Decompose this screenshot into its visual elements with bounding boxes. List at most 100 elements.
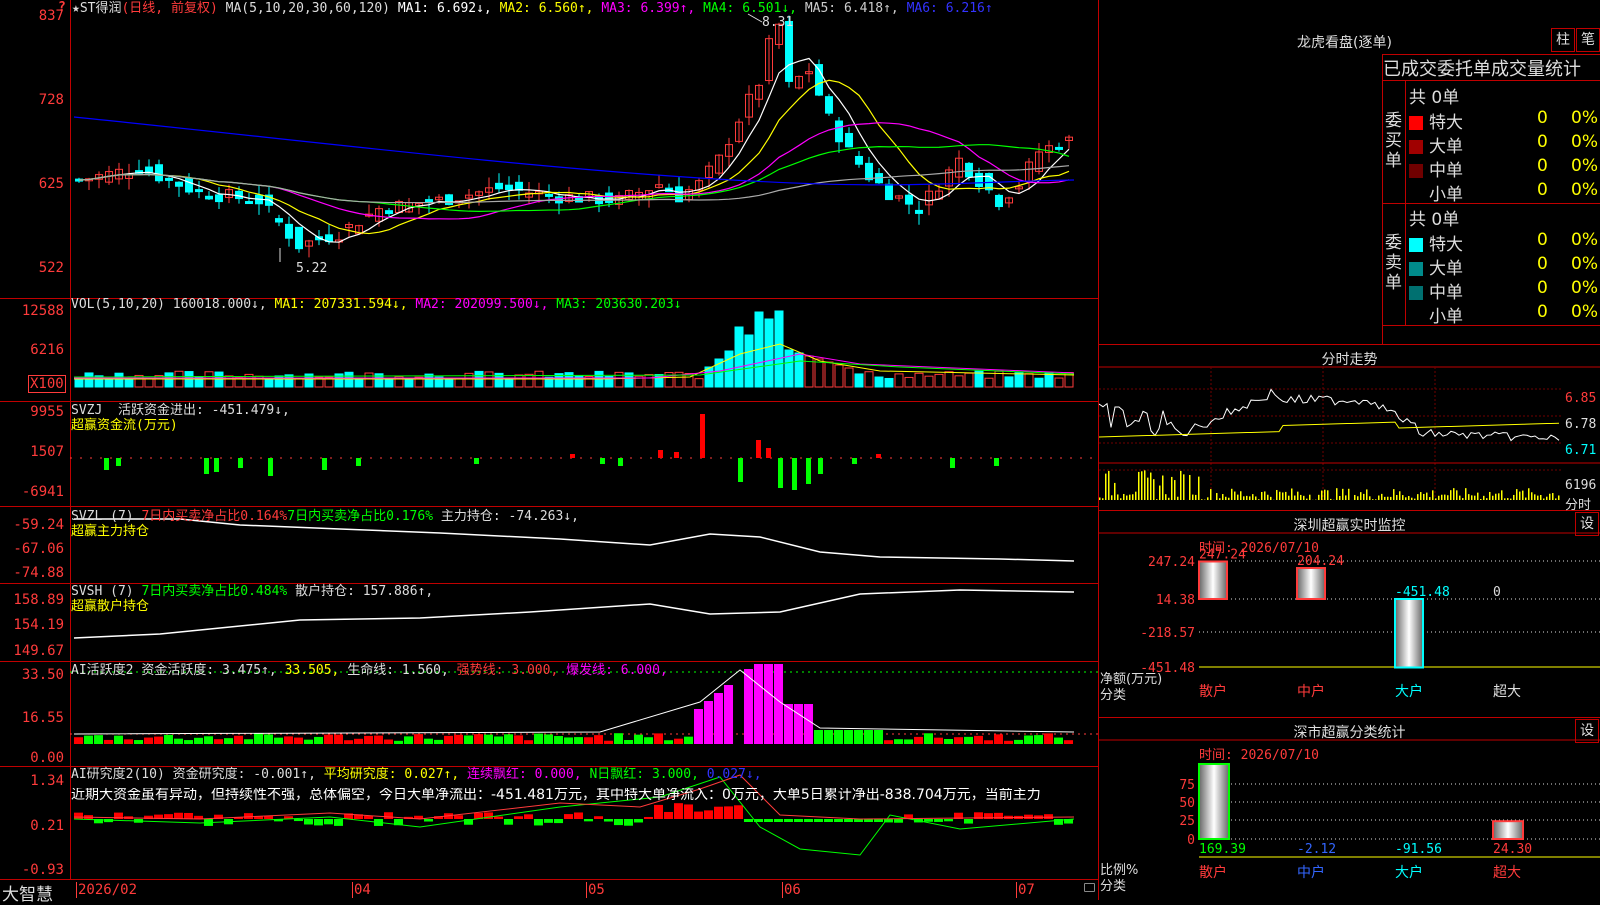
volume-bar xyxy=(145,379,153,387)
intraday-vol-bar xyxy=(1429,497,1431,500)
activity-bar xyxy=(104,740,113,744)
stats-bar xyxy=(1199,764,1229,839)
research-bar xyxy=(614,819,623,825)
volume-bar xyxy=(405,379,413,387)
ai2-t3: 连续飘红: 0.000, xyxy=(467,767,582,782)
ai-comment: 近期大资金虽有异动，但持续性不强，总体偏空，今日大单净流出：-451.481万元… xyxy=(71,788,1097,802)
svsh-name: SVSH (7) xyxy=(71,584,134,599)
monitor-category: 超大 xyxy=(1493,684,1521,700)
intraday-vol-bar xyxy=(1405,497,1407,500)
sell-total: 共 0单 xyxy=(1409,205,1459,230)
activity-bar xyxy=(614,733,623,744)
candle xyxy=(906,195,913,204)
intraday-vol-bar xyxy=(1294,496,1296,500)
intraday-panel[interactable]: 分时走势 6.85 6.78 6.71 6196 分时 xyxy=(1099,345,1600,511)
ai-research-panel[interactable]: 1.34 0.21 -0.93 AI研究度2(10) 资金研究度: -0.001… xyxy=(0,767,1098,880)
buy-row: 特大00% xyxy=(1409,108,1599,133)
activity-bar xyxy=(844,730,853,744)
research-bar xyxy=(494,817,503,819)
research-bar xyxy=(744,819,753,822)
brand-label[interactable]: 大智慧 xyxy=(2,880,53,905)
activity-bar xyxy=(804,704,813,744)
date-label: 06 xyxy=(782,882,801,898)
svzl-t1: 7日内买卖净占比0.164% xyxy=(141,509,287,524)
candle xyxy=(206,196,213,199)
activity-bar xyxy=(634,735,643,744)
ma1-line xyxy=(79,58,1069,242)
volume-panel[interactable]: 12588 6216 X100 VOL(5,10,20) 160018.000↓… xyxy=(0,299,1098,402)
kline-chart[interactable] xyxy=(0,0,1098,298)
intraday-vol-bar xyxy=(1513,495,1515,500)
kline-panel[interactable]: 837 728 625 522 ? ★ST得润(日线, 前复权) MA(5,10… xyxy=(0,0,1098,299)
volume-bar xyxy=(855,374,863,387)
intraday-vol-bar xyxy=(1531,492,1533,500)
ai1-t1: 资金活跃度: 3.475↑, xyxy=(141,663,276,678)
intraday-vol-bar xyxy=(1465,488,1467,500)
intraday-vol-bar xyxy=(1132,494,1134,500)
intraday-vol-bar xyxy=(1390,497,1392,500)
volume-bar xyxy=(455,379,463,387)
intraday-chart[interactable] xyxy=(1099,345,1600,510)
activity-bar xyxy=(224,738,233,744)
bar-mode-button[interactable]: 柱 xyxy=(1551,28,1575,52)
intraday-vol-bar xyxy=(1441,495,1443,500)
research-bar xyxy=(334,819,343,826)
activity-bar xyxy=(154,737,163,744)
activity-bar xyxy=(594,735,603,744)
stats-category: 大户 xyxy=(1395,864,1423,881)
monitor-bar-label: 247.24 xyxy=(1199,547,1246,562)
volume-bar xyxy=(735,327,743,387)
intraday-vol-bar xyxy=(1120,498,1122,500)
stats-chart[interactable]: 7550250169.39散户-2.12中户-91.56大户24.30超大 xyxy=(1099,718,1600,900)
svzj-panel[interactable]: 9955 1507 -6941 SVZJ 活跃资金进出: -451.479↓, … xyxy=(0,402,1098,507)
monitor-bar xyxy=(1297,568,1325,599)
candle xyxy=(196,190,203,192)
intraday-vol-bar xyxy=(1546,497,1548,500)
volume-bar xyxy=(835,365,843,387)
activity-bar xyxy=(834,730,843,744)
ai-activity-panel[interactable]: 33.50 16.55 0.00 AI活跃度2 资金活跃度: 3.475↑, 3… xyxy=(0,662,1098,767)
level-value: 0 xyxy=(1537,278,1548,298)
intraday-vol-bar xyxy=(1276,490,1278,500)
candle xyxy=(966,163,973,177)
candle xyxy=(1056,147,1063,149)
monitor-bar-label: 0 xyxy=(1493,585,1501,600)
intraday-vol-bar xyxy=(1375,499,1377,500)
stats-bar-label: 169.39 xyxy=(1199,842,1246,857)
activity-bar xyxy=(204,736,213,744)
lhb-title: 龙虎看盘(逐单) xyxy=(1297,32,1392,52)
svzj-bar xyxy=(756,440,761,458)
research-bar xyxy=(244,813,253,819)
activity-bar xyxy=(434,740,443,744)
monitor-panel[interactable]: 深圳超赢实时监控 设 时间: 2026/07/10 247.2414.38-21… xyxy=(1099,511,1600,718)
lock-icon[interactable] xyxy=(1084,883,1095,892)
intraday-vol-bar xyxy=(1291,489,1293,500)
activity-bar xyxy=(244,739,253,744)
svzl-sub: 超赢主力持仓 xyxy=(71,525,149,539)
tick-mode-button[interactable]: 笔 xyxy=(1576,28,1600,52)
stats-panel[interactable]: 深市超赢分类统计 设 时间: 2026/07/10 7550250169.39散… xyxy=(1099,718,1600,900)
monitor-chart[interactable]: 247.2414.38-218.57-451.48247.24散户204.24中… xyxy=(1099,511,1600,717)
level-name: 小单 xyxy=(1429,307,1463,327)
level-swatch xyxy=(1409,188,1423,202)
intraday-vol-bar xyxy=(1456,490,1458,500)
intraday-vol-bar xyxy=(1327,490,1329,500)
intraday-vol-bar xyxy=(1198,477,1200,500)
intraday-vol-bar xyxy=(1168,498,1170,500)
activity-bar xyxy=(564,737,573,744)
ai1-name: AI活跃度2 xyxy=(71,663,133,678)
intraday-vol-bar xyxy=(1534,494,1536,500)
svzj-bar xyxy=(700,414,705,458)
research-bar xyxy=(874,819,883,822)
volume-bar xyxy=(965,373,973,387)
activity-bar xyxy=(194,738,203,744)
svzl-panel[interactable]: -59.24 -67.06 -74.88 SVZL (7) 7日内买卖净占比0.… xyxy=(0,507,1098,584)
activity-bar xyxy=(724,685,733,744)
svsh-panel[interactable]: 158.89 154.19 149.67 SVSH (7) 7日内买卖净占比0.… xyxy=(0,584,1098,662)
intraday-vol-bar xyxy=(1555,498,1557,500)
volume-chart[interactable] xyxy=(0,299,1098,401)
intraday-vol-bar xyxy=(1297,492,1299,500)
intraday-vol-bar xyxy=(1114,483,1116,500)
ai-research-chart[interactable] xyxy=(0,767,1098,879)
volume-bar xyxy=(515,375,523,387)
